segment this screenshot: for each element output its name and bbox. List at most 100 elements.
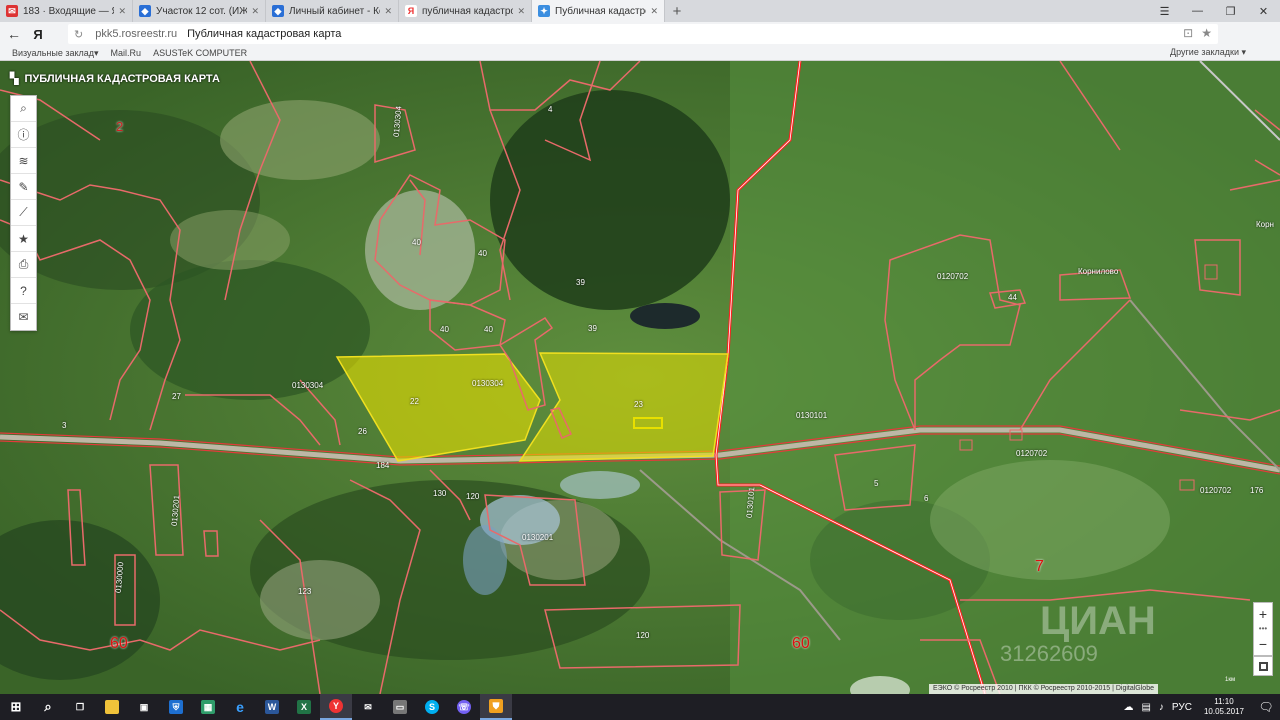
new-tab-button[interactable]: + (665, 0, 689, 22)
map-label: 0120702 (937, 272, 969, 281)
close-window-icon[interactable]: ✕ (1247, 0, 1280, 22)
language-indicator[interactable]: РУС (1172, 702, 1192, 713)
map-label: 0130304 (472, 379, 504, 388)
yandex-browser-icon[interactable]: Y (320, 694, 352, 720)
bookmark-asus[interactable]: ASUSTeK COMPUTER (153, 48, 247, 58)
map-label: 123 (298, 587, 312, 596)
skype-icon[interactable]: S (416, 694, 448, 720)
bookmark-mailru[interactable]: Mail.Ru (111, 48, 142, 58)
pencil-icon[interactable]: ✎ (11, 174, 36, 200)
cadastral-map[interactable]: 2 4 0130304 40 40 40 40 39 39 0130304 01… (0, 61, 1280, 694)
map-label: Корн (1256, 220, 1274, 229)
map-label: 40 (412, 238, 421, 247)
zoom-out-button[interactable]: − (1254, 633, 1272, 655)
yandex-icon: Я (405, 5, 417, 17)
map-label: 26 (358, 427, 367, 436)
map-label: 4 (548, 105, 553, 114)
close-icon[interactable]: ✕ (517, 6, 525, 17)
map-label: 40 (478, 249, 487, 258)
map-header: ▚ ПУБЛИЧНАЯ КАДАСТРОВАЯ КАРТА (10, 72, 220, 86)
notifications-icon[interactable]: 🗨 (1252, 700, 1280, 714)
shield-icon[interactable]: ⛨ (160, 694, 192, 720)
map-label: 0120702 (1016, 449, 1048, 458)
map-label: 5 (874, 479, 879, 488)
tab-cian-plot[interactable]: ◆ Участок 12 сот. (ИЖС) - куп ✕ (133, 0, 266, 22)
store-icon[interactable]: ▣ (128, 694, 160, 720)
info-icon[interactable]: ⓘ (11, 122, 36, 148)
tab-title: 183 · Входящие — Яндекс (23, 5, 114, 17)
map-copyright: ЕЭКО © Росреестр 2010 | ПКК © Росреестр … (929, 684, 1158, 694)
tab-title: публичная кадастровая кар (422, 5, 513, 17)
measure-icon[interactable]: ⟋ (11, 200, 36, 226)
network-icon[interactable]: ▤ (1141, 702, 1150, 713)
map-scale: 1км (1225, 677, 1236, 683)
map-label: 176 (1250, 486, 1264, 495)
menu-icon[interactable]: ▚ (10, 72, 18, 85)
tab-title: Участок 12 сот. (ИЖС) - куп (156, 5, 248, 17)
zoom-control: + ••• − (1253, 602, 1273, 656)
mail-app-icon[interactable]: ✉ (352, 694, 384, 720)
help-icon[interactable]: ? (11, 278, 36, 304)
volume-icon[interactable]: ♪ (1159, 702, 1164, 713)
map-label: 7 (1035, 558, 1044, 575)
file-explorer-icon[interactable]: ▬ (96, 694, 128, 720)
tab-yandex-search[interactable]: Я публичная кадастровая кар ✕ (399, 0, 532, 22)
browser-tab-bar: ✉ 183 · Входящие — Яндекс ✕ ◆ Участок 12… (0, 0, 1280, 22)
close-icon[interactable]: ✕ (251, 6, 259, 17)
map-label: 6 (924, 494, 929, 503)
tab-cian-cabinet[interactable]: ◆ Личный кабинет - Кошелёк ✕ (266, 0, 399, 22)
address-bar: ← Я ↻ pkk5.rosreestr.ru Публичная кадаст… (0, 22, 1280, 46)
edge-icon[interactable]: e (224, 694, 256, 720)
drive-icon[interactable]: ▭ (384, 694, 416, 720)
tab-cadastral-map[interactable]: ✦ Публичная кадастровая ✕ (532, 0, 665, 22)
url-host: pkk5.rosreestr.ru (95, 28, 178, 40)
excel-icon[interactable]: X (288, 694, 320, 720)
map-label: 0130201 (522, 533, 554, 542)
mail-icon[interactable]: ✉ (11, 304, 36, 330)
task-view-icon[interactable]: ❐ (64, 694, 96, 720)
maximize-icon[interactable]: ❐ (1214, 0, 1247, 22)
map-label: 130 (433, 489, 447, 498)
map-label: Корнилово (1078, 267, 1119, 276)
map-label: 2 (116, 119, 124, 134)
map-label: 60 (110, 635, 128, 652)
map-label: 22 (410, 397, 419, 406)
yandex-logo[interactable]: Я (28, 27, 48, 42)
fullscreen-button[interactable] (1253, 656, 1273, 676)
menu-icon[interactable]: ☰ (1148, 0, 1181, 22)
photo-icon[interactable]: ▦ (192, 694, 224, 720)
protect-icon[interactable]: ⊡ (1183, 26, 1193, 40)
bookmark-star-icon[interactable]: ★ (1201, 26, 1212, 40)
map-label: 184 (376, 461, 390, 470)
map-label: 3 (62, 421, 67, 430)
viber-icon[interactable]: ☏ (448, 694, 480, 720)
map-label: 23 (634, 400, 643, 409)
close-icon[interactable]: ✕ (118, 6, 126, 17)
url-field[interactable]: ↻ pkk5.rosreestr.ru Публичная кадастрова… (68, 24, 1218, 44)
reload-icon[interactable]: ↻ (74, 28, 83, 41)
bookmark-visual[interactable]: Визуальные заклад▾ (12, 48, 99, 59)
search-icon[interactable]: ⌕ (32, 694, 64, 720)
cloud-icon[interactable]: ☁ (1123, 702, 1133, 713)
print-icon[interactable]: ⎙ (11, 252, 36, 278)
map-label: 0130304 (292, 381, 324, 390)
star-icon[interactable]: ★ (11, 226, 36, 252)
clock[interactable]: 11:10 10.05.2017 (1204, 697, 1244, 717)
bookmarks-bar: Визуальные заклад▾ Mail.Ru ASUSTeK COMPU… (0, 46, 1280, 61)
layers-icon[interactable]: ≋ (11, 148, 36, 174)
tab-yandex-mail[interactable]: ✉ 183 · Входящие — Яндекс ✕ (0, 0, 133, 22)
other-bookmarks[interactable]: Другие закладки ▾ (1170, 47, 1246, 58)
close-icon[interactable]: ✕ (384, 6, 392, 17)
close-icon[interactable]: ✕ (650, 6, 658, 17)
minimize-icon[interactable]: — (1181, 0, 1214, 22)
back-icon[interactable]: ← (0, 26, 28, 42)
windows-start-icon[interactable]: ⊞ (0, 694, 32, 720)
word-icon[interactable]: W (256, 694, 288, 720)
zoom-in-button[interactable]: + (1254, 603, 1272, 625)
app-shield-icon[interactable]: ⛊ (480, 694, 512, 720)
watermark-id: 31262609 (1000, 641, 1098, 666)
map-label: 44 (1008, 293, 1017, 302)
search-icon[interactable]: ⌕ (11, 96, 36, 122)
tab-title: Публичная кадастровая (555, 5, 646, 17)
windows-taskbar: ⊞ ⌕ ❐ ▬ ▣ ⛨ ▦ e W X Y ✉ ▭ S ☏ ⛊ ☁ ▤ ♪ РУ… (0, 694, 1280, 720)
